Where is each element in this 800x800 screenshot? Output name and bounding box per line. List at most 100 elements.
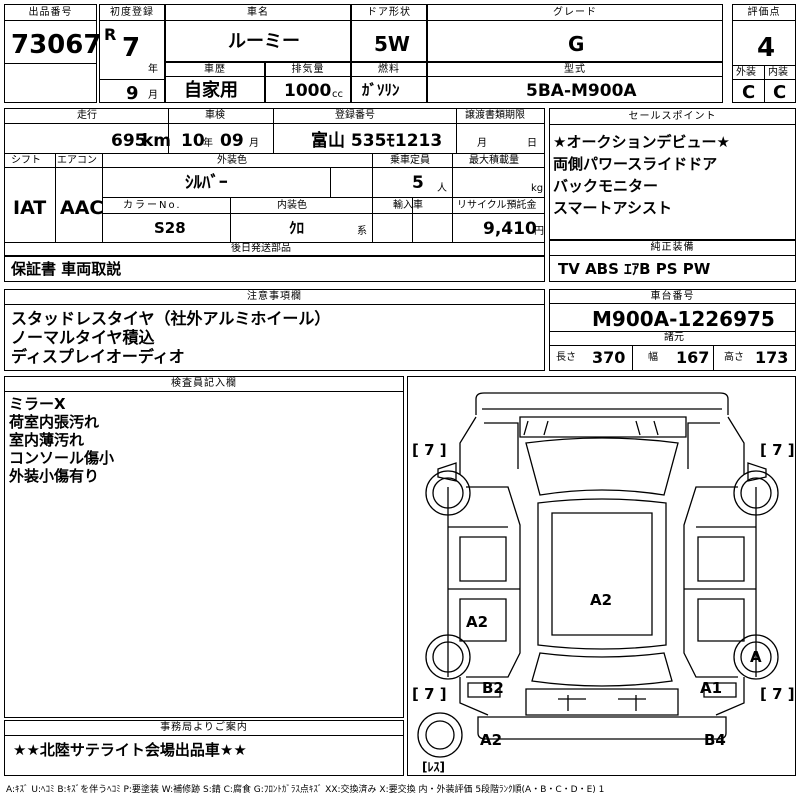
equipment-box: 純正装備 TV ABS ｴｱB PS PW bbox=[549, 240, 796, 282]
fuel-value: ｶﾞｿﾘﾝ bbox=[362, 81, 400, 99]
score-box: 評価点 4 外装 内装 C C bbox=[732, 4, 796, 103]
note-line: ディスプレイオーディオ bbox=[11, 347, 185, 366]
damage-rear-left: B2 bbox=[482, 679, 504, 697]
era-value: R bbox=[104, 25, 117, 44]
exterior-score: C bbox=[742, 82, 756, 103]
office-value: ★★北陸サテライト会場出品車★★ bbox=[13, 741, 247, 759]
interior-score: C bbox=[773, 82, 787, 103]
model-value: 5BA-M900A bbox=[526, 81, 637, 101]
first-registration-box: 初度登録 R 7 年 9 月 bbox=[99, 4, 165, 103]
inspection-month: 09 bbox=[220, 131, 244, 151]
displacement-label: 排気量 bbox=[266, 63, 350, 77]
chassis-value: M900A-1226975 bbox=[592, 307, 775, 331]
year-value: 7 bbox=[122, 33, 141, 63]
exterior-label: 外装 bbox=[736, 67, 756, 78]
door-type-value: 5W bbox=[374, 32, 410, 56]
color-no-label: カラーNo. bbox=[123, 200, 182, 211]
interior-color-unit: 系 bbox=[357, 226, 367, 237]
notes-box: 注意事項欄 スタッドレスタイヤ（社外アルミホイール） ノーマルタイヤ積込 ディス… bbox=[4, 289, 545, 371]
office-label: 事務局よりご案内 bbox=[5, 721, 403, 736]
inspector-label: 検査員記入欄 bbox=[5, 377, 403, 392]
transfer-label: 譲渡書類期限 bbox=[465, 110, 525, 121]
lot-number-box: 出品番号 73067 bbox=[4, 4, 101, 103]
sales-point: ★オークションデビュー★ bbox=[553, 133, 730, 151]
model-box: 型式 5BA-M900A bbox=[427, 62, 723, 103]
first-registration-label: 初度登録 bbox=[100, 5, 164, 21]
inspector-line: 外装小傷有り bbox=[9, 467, 100, 485]
spare-tire: [ﾚｽ] bbox=[422, 760, 445, 774]
inspector-line: ミラーX bbox=[9, 395, 66, 413]
width-value: 167 bbox=[676, 348, 710, 367]
door-type-box: ドア形状 5W bbox=[351, 4, 427, 62]
tire-front-left: [ 7 ] bbox=[412, 441, 447, 459]
shift-value: IAT bbox=[13, 197, 47, 219]
color-value: ｼﾙﾊﾞｰ bbox=[185, 173, 228, 193]
tire-rear-right: [ 7 ] bbox=[760, 685, 795, 703]
notes-label: 注意事項欄 bbox=[5, 290, 544, 305]
equipment-value: TV ABS ｴｱB PS PW bbox=[558, 260, 711, 278]
height-label: 高さ bbox=[724, 352, 744, 363]
sales-points-box: セールスポイント ★オークションデビュー★ 両側パワースライドドア バックモニタ… bbox=[549, 108, 796, 240]
details-box: 走行 車検 登録番号 譲渡書類期限 695 km 10 年 09 月 富山 53… bbox=[4, 108, 545, 256]
grade-value: G bbox=[568, 32, 585, 56]
color-label: 外装色 bbox=[217, 155, 247, 166]
displacement-value: 1000 bbox=[284, 81, 332, 101]
later-parts-label: 後日発送部品 bbox=[231, 243, 291, 254]
note-line: スタッドレスタイヤ（社外アルミホイール） bbox=[11, 309, 331, 328]
sales-points-list: ★オークションデビュー★ 両側パワースライドドア バックモニター スマートアシス… bbox=[553, 131, 730, 219]
plate-label: 登録番号 bbox=[335, 110, 375, 121]
shift-label: シフト bbox=[11, 155, 41, 166]
width-label: 幅 bbox=[648, 352, 658, 363]
inspection-year-unit: 年 bbox=[203, 138, 213, 149]
transfer-day-unit: 日 bbox=[527, 138, 537, 149]
mileage-label: 走行 bbox=[77, 110, 97, 121]
inspector-box: 検査員記入欄 ミラーX 荷室内張汚れ 室内薄汚れ コンソール傷小 外装小傷有り bbox=[4, 376, 404, 718]
interior-color-label: 内装色 bbox=[277, 200, 307, 211]
grade-label: グレード bbox=[428, 5, 722, 21]
damage-right-wheel: A bbox=[750, 648, 762, 666]
ac-label: エアコン bbox=[57, 155, 97, 166]
length-label: 長さ bbox=[556, 352, 576, 363]
fuel-box: 燃料 ｶﾞｿﾘﾝ bbox=[351, 62, 427, 103]
inspector-notes: ミラーX 荷室内張汚れ 室内薄汚れ コンソール傷小 外装小傷有り bbox=[9, 395, 114, 485]
door-type-label: ドア形状 bbox=[352, 5, 426, 21]
recycle-label: リサイクル預託金 bbox=[457, 200, 537, 211]
score-label: 評価点 bbox=[733, 5, 795, 21]
month-unit: 月 bbox=[148, 90, 158, 101]
capacity-value: 5 bbox=[412, 173, 424, 193]
score-value: 4 bbox=[757, 33, 776, 63]
legend-text: A:ｷｽﾞ U:ﾍｺﾐ B:ｷｽﾞを伴うﾍｺﾐ P:要塗装 W:補修跡 S:錆 … bbox=[6, 785, 605, 795]
lot-number-label: 出品番号 bbox=[5, 5, 96, 21]
car-name-box: 車名 ルーミー bbox=[165, 4, 351, 62]
ac-value: AAC bbox=[60, 197, 104, 219]
height-value: 173 bbox=[755, 348, 789, 367]
year-unit: 年 bbox=[148, 64, 158, 75]
transfer-month-unit: 月 bbox=[477, 138, 487, 149]
recycle-value: 9,410 bbox=[483, 219, 537, 239]
damage-rear-right: A1 bbox=[700, 679, 722, 697]
inspection-month-unit: 月 bbox=[249, 138, 259, 149]
equipment-label: 純正装備 bbox=[550, 241, 795, 256]
max-load-unit: kg bbox=[531, 183, 544, 194]
interior-color-value: ｸﾛ bbox=[289, 219, 305, 237]
damage-bumper-right: B4 bbox=[704, 731, 726, 749]
spec-label: 諸元 bbox=[664, 332, 684, 343]
capacity-unit: 人 bbox=[437, 183, 447, 194]
inspection-label: 車検 bbox=[205, 110, 225, 121]
later-parts-value: 保証書 車両取説 bbox=[11, 260, 122, 278]
tire-rear-left: [ 7 ] bbox=[412, 685, 447, 703]
history-box: 車歴 自家用 bbox=[165, 62, 265, 103]
car-name-label: 車名 bbox=[166, 5, 350, 21]
length-value: 370 bbox=[592, 348, 626, 367]
note-line: ノーマルタイヤ積込 bbox=[11, 328, 155, 347]
car-name-value: ルーミー bbox=[228, 31, 300, 52]
import-label: 輸入車 bbox=[393, 200, 423, 211]
mileage-unit: km bbox=[142, 131, 172, 151]
history-label: 車歴 bbox=[166, 63, 264, 77]
sales-point: 両側パワースライドドア bbox=[553, 155, 718, 173]
notes-list: スタッドレスタイヤ（社外アルミホイール） ノーマルタイヤ積込 ディスプレイオーデ… bbox=[11, 309, 330, 366]
max-load-label: 最大積載量 bbox=[469, 155, 519, 166]
inspection-year: 10 bbox=[181, 131, 205, 151]
color-no-value: S28 bbox=[154, 219, 186, 237]
tire-front-right: [ 7 ] bbox=[760, 441, 795, 459]
